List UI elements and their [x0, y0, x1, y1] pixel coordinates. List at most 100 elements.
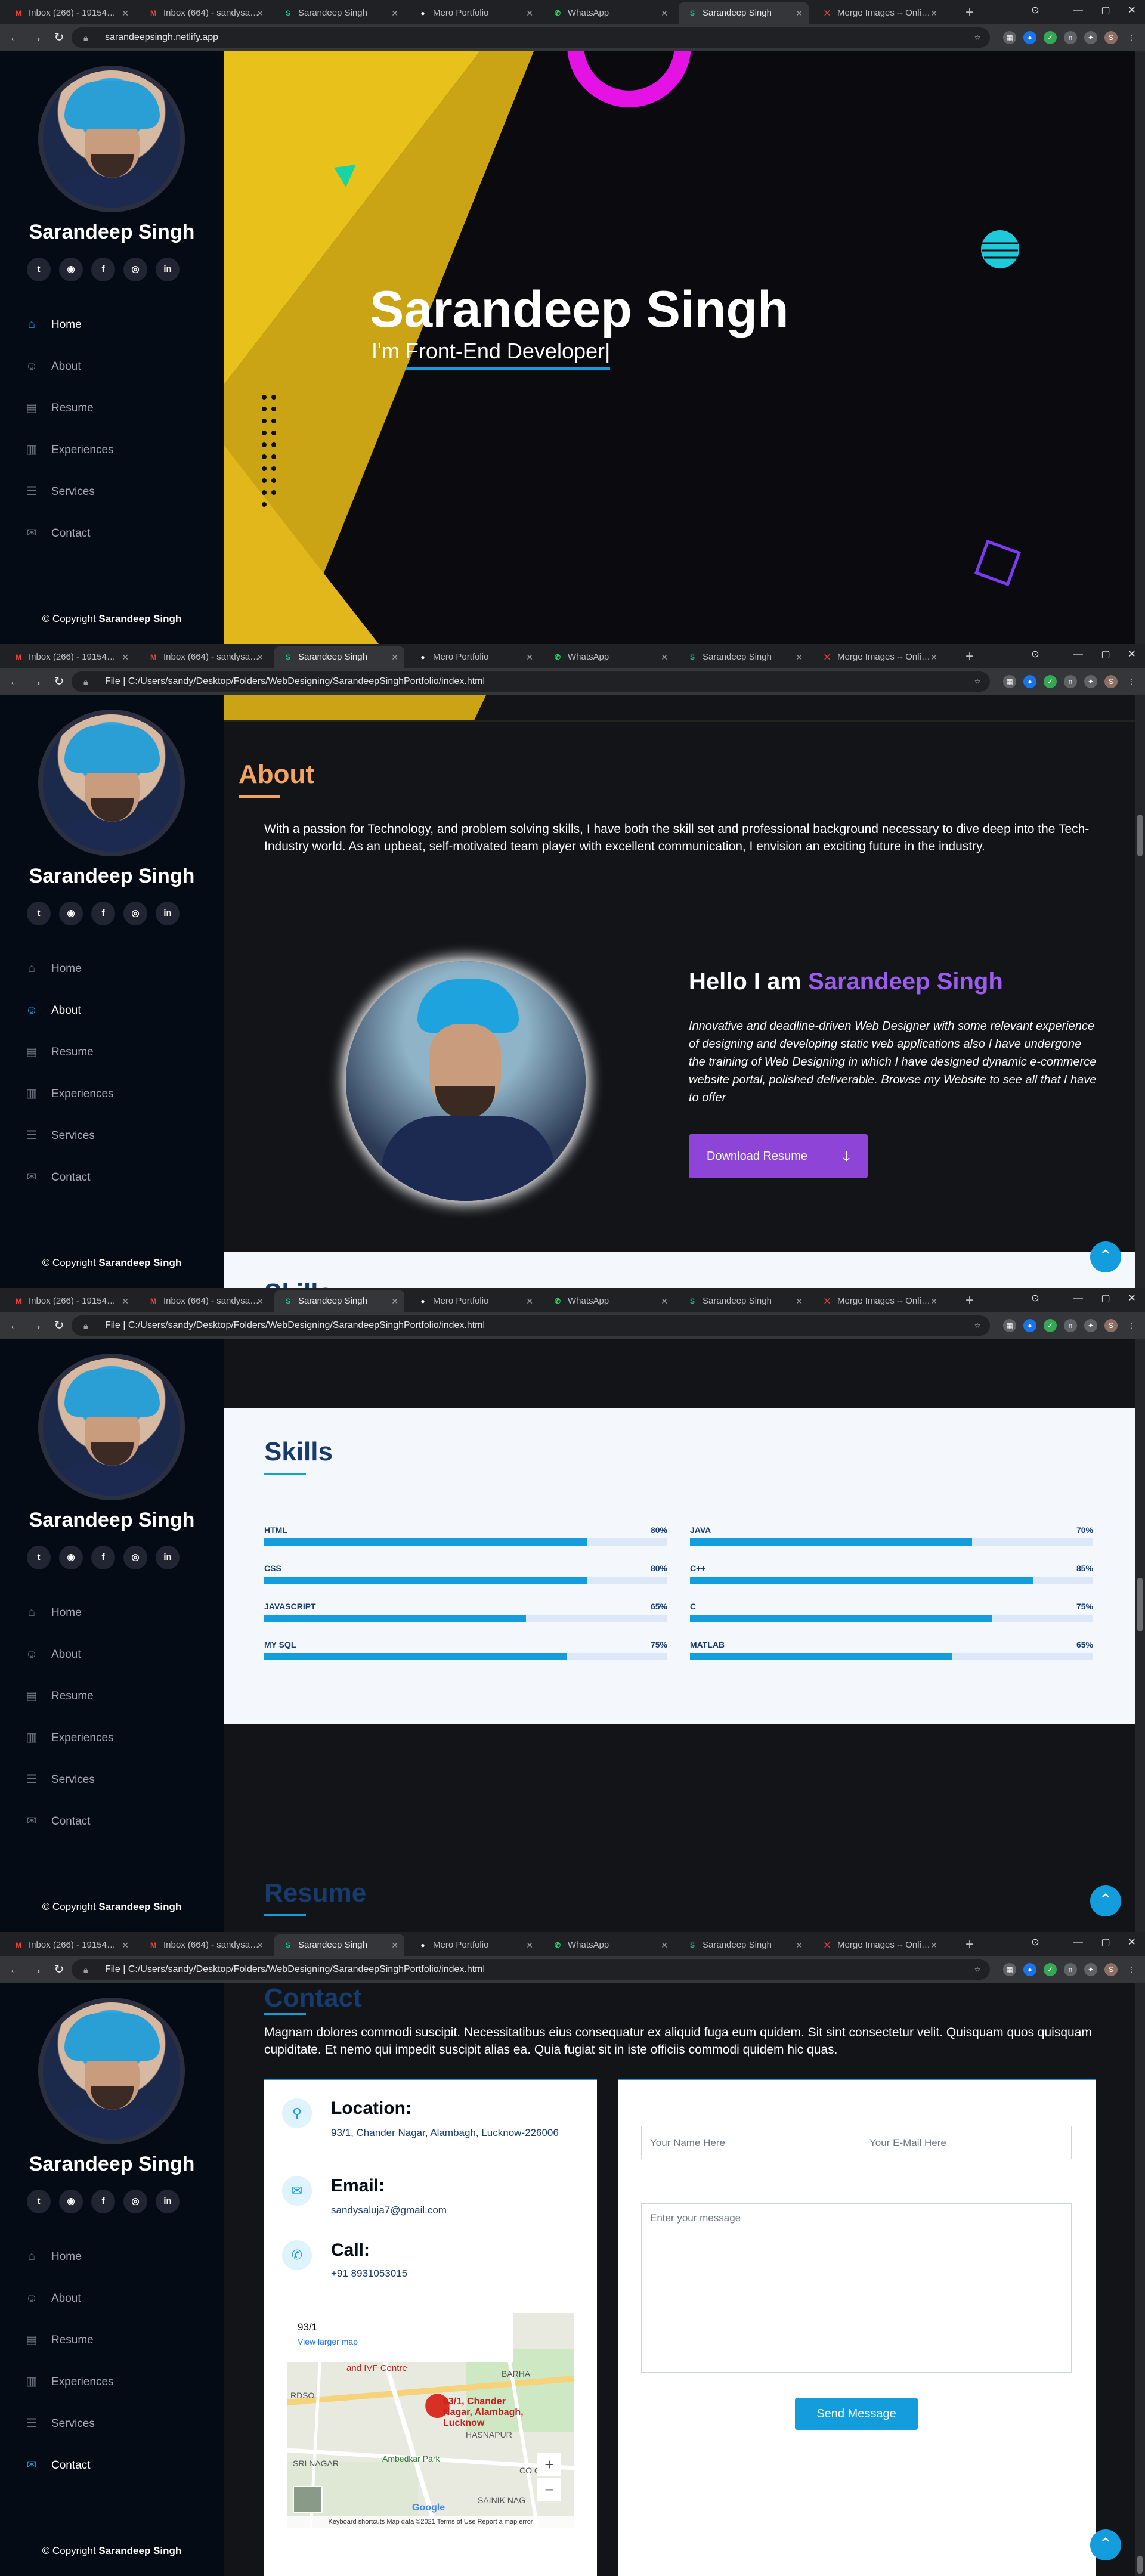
browser-tab[interactable]: M Inbox (266) - 19154… ✕ — [5, 1290, 135, 1312]
nav-item-home[interactable]: ⌂ Home — [24, 956, 82, 980]
extension-icon[interactable]: ● — [1023, 31, 1036, 44]
puzzle-icon[interactable]: ✦ — [1084, 675, 1097, 688]
nav-item-experiences[interactable]: ▥ Experiences — [24, 1726, 114, 1750]
close-tab-icon[interactable]: ✕ — [526, 2, 533, 24]
nav-item-about[interactable]: ☺ About — [24, 1642, 81, 1666]
browser-tab[interactable]: M Inbox (664) - sandysa… ✕ — [140, 2, 270, 24]
browser-tab[interactable]: ⨉ Merge Images -- Onli… ✕ — [813, 1934, 943, 1956]
profile-avatar[interactable]: S — [1104, 1963, 1118, 1976]
tab-search-icon[interactable]: ⊙ — [1022, 644, 1048, 665]
nav-item-services[interactable]: ☰ Services — [24, 1767, 95, 1791]
extension-icon[interactable]: n — [1064, 1319, 1077, 1332]
extension-icon[interactable]: ● — [1023, 1963, 1036, 1976]
message-textarea[interactable]: Enter your message — [641, 2203, 1072, 2373]
browser-tab[interactable]: S Sarandeep Singh ✕ — [274, 1290, 404, 1312]
linkedin-icon[interactable]: in — [156, 2190, 180, 2213]
map-larger-link[interactable]: View larger map — [298, 2337, 503, 2346]
extension-icon[interactable]: ● — [1023, 1319, 1036, 1332]
reload-icon[interactable]: ↻ — [50, 1317, 68, 1335]
bookmark-star-icon[interactable]: ☆ — [971, 1319, 984, 1332]
facebook-icon[interactable]: f — [91, 902, 115, 925]
instagram-icon[interactable]: ◎ — [123, 902, 147, 925]
browser-tab[interactable]: ● Mero Portfolio ✕ — [409, 2, 539, 24]
nav-item-about[interactable]: ☺ About — [24, 354, 81, 378]
map-embed[interactable]: 93/1 View larger map ⬤ 93/1, Chander Nag… — [287, 2313, 574, 2528]
close-window-icon[interactable]: ✕ — [1119, 1932, 1145, 1953]
extension-icon[interactable]: ▦ — [1003, 1963, 1016, 1976]
browser-tab[interactable]: ● Mero Portfolio ✕ — [409, 646, 539, 668]
browser-tab[interactable]: ⨉ Merge Images -- Onli… ✕ — [813, 2, 943, 24]
github-icon[interactable]: ◉ — [59, 1546, 83, 1569]
browser-tab[interactable]: M Inbox (266) - 19154… ✕ — [5, 2, 135, 24]
browser-tab[interactable]: S Sarandeep Singh ✕ — [274, 1934, 404, 1956]
puzzle-icon[interactable]: ✦ — [1084, 1963, 1097, 1976]
close-tab-icon[interactable]: ✕ — [661, 646, 668, 668]
close-window-icon[interactable]: ✕ — [1119, 1288, 1145, 1309]
close-tab-icon[interactable]: ✕ — [391, 646, 398, 668]
browser-tab[interactable]: M Inbox (664) - sandysa… ✕ — [140, 1934, 270, 1956]
close-tab-icon[interactable]: ✕ — [122, 2, 129, 24]
menu-dots-icon[interactable]: ⋮ — [1125, 1963, 1138, 1976]
close-tab-icon[interactable]: ✕ — [930, 1290, 937, 1312]
back-icon[interactable]: ← — [6, 673, 24, 691]
close-tab-icon[interactable]: ✕ — [256, 1290, 264, 1312]
menu-dots-icon[interactable]: ⋮ — [1125, 1319, 1138, 1332]
close-tab-icon[interactable]: ✕ — [122, 646, 129, 668]
extension-icon[interactable]: ▦ — [1003, 31, 1016, 44]
browser-tab[interactable]: S Sarandeep Singh ✕ — [274, 646, 404, 668]
scrollbar-thumb[interactable] — [1137, 2556, 1143, 2574]
extension-icon[interactable]: n — [1064, 1963, 1077, 1976]
close-tab-icon[interactable]: ✕ — [526, 1934, 533, 1956]
name-input[interactable]: Your Name Here — [641, 2126, 852, 2159]
minimize-icon[interactable]: — — [1065, 1932, 1091, 1953]
url-input[interactable]: 🔒︎ sarandeepsingh.netlify.app — [72, 27, 990, 48]
email-input[interactable]: Your E-Mail Here — [861, 2126, 1072, 2159]
forward-icon[interactable]: → — [27, 673, 45, 691]
map-zoom-in-button[interactable]: + — [537, 2453, 561, 2476]
close-tab-icon[interactable]: ✕ — [930, 2, 937, 24]
browser-tab[interactable]: S Sarandeep Singh ✕ — [274, 2, 404, 24]
map-zoom-out-button[interactable]: − — [537, 2478, 561, 2501]
github-icon[interactable]: ◉ — [59, 258, 83, 281]
nav-item-home[interactable]: ⌂ Home — [24, 312, 82, 336]
menu-dots-icon[interactable]: ⋮ — [1125, 675, 1138, 688]
nav-item-services[interactable]: ☰ Services — [24, 479, 95, 503]
download-resume-button[interactable]: Download Resume ⤓ — [689, 1134, 868, 1178]
forward-icon[interactable]: → — [27, 1317, 45, 1335]
back-to-top-button[interactable]: ⌃ — [1090, 1885, 1121, 1916]
url-input[interactable]: 🔒︎ File | C:/Users/sandy/Desktop/Folders/… — [72, 671, 990, 692]
page-scrollbar[interactable] — [1135, 51, 1145, 644]
reload-icon[interactable]: ↻ — [50, 673, 68, 691]
close-tab-icon[interactable]: ✕ — [391, 1934, 398, 1956]
page-scrollbar[interactable] — [1135, 1983, 1145, 2576]
browser-tab[interactable]: ✆ WhatsApp ✕ — [544, 1290, 674, 1312]
browser-tab[interactable]: M Inbox (664) - sandysa… ✕ — [140, 646, 270, 668]
nav-item-about[interactable]: ☺ About — [24, 2286, 81, 2310]
browser-tab[interactable]: S Sarandeep Singh ✕ — [679, 646, 809, 668]
maximize-icon[interactable]: ▢ — [1093, 644, 1119, 665]
profile-avatar[interactable]: S — [1104, 1319, 1118, 1332]
scrollbar-thumb[interactable] — [1137, 815, 1143, 856]
close-tab-icon[interactable]: ✕ — [256, 2, 264, 24]
extension-icon[interactable]: ▦ — [1003, 675, 1016, 688]
back-to-top-button[interactable]: ⌃ — [1090, 2529, 1121, 2560]
github-icon[interactable]: ◉ — [59, 902, 83, 925]
close-tab-icon[interactable]: ✕ — [661, 2, 668, 24]
new-tab-button[interactable]: + — [959, 1290, 980, 1312]
scrollbar-thumb[interactable] — [1137, 1578, 1143, 1631]
nav-item-services[interactable]: ☰ Services — [24, 2411, 95, 2435]
tab-search-icon[interactable]: ⊙ — [1022, 1288, 1048, 1309]
close-tab-icon[interactable]: ✕ — [796, 2, 803, 24]
close-tab-icon[interactable]: ✕ — [796, 1290, 803, 1312]
extension-icon[interactable]: ✓ — [1044, 675, 1057, 688]
browser-tab[interactable]: M Inbox (266) - 19154… ✕ — [5, 1934, 135, 1956]
extension-icon[interactable]: n — [1064, 31, 1077, 44]
browser-tab[interactable]: ✆ WhatsApp ✕ — [544, 2, 674, 24]
new-tab-button[interactable]: + — [959, 2, 980, 24]
new-tab-button[interactable]: + — [959, 646, 980, 668]
minimize-icon[interactable]: — — [1065, 0, 1091, 21]
close-tab-icon[interactable]: ✕ — [256, 646, 264, 668]
url-input[interactable]: 🔒︎ File | C:/Users/sandy/Desktop/Folders/… — [72, 1315, 990, 1336]
email-value[interactable]: sandysaluja7@gmail.com — [331, 2203, 447, 2218]
nav-item-experiences[interactable]: ▥ Experiences — [24, 1082, 114, 1106]
